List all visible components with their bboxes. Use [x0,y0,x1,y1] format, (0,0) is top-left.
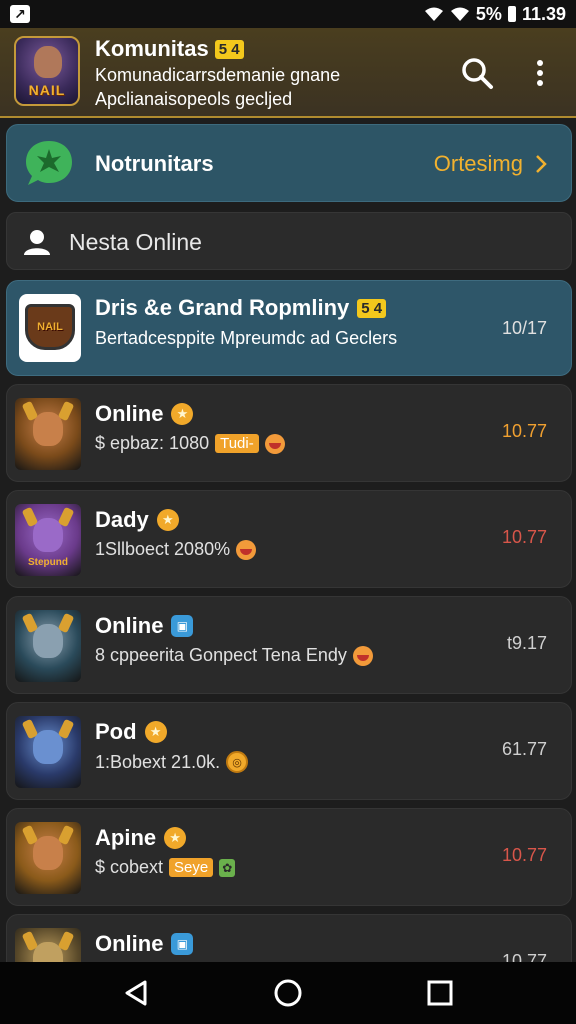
more-options-icon[interactable] [528,56,552,90]
chat-bubble-icon [26,141,72,185]
recents-square-icon [427,980,453,1006]
green-tag-icon: ✿ [219,858,236,877]
star-badge-icon: ★ [164,827,187,849]
item-title: Online [95,401,164,426]
clock: 11.39 [521,3,566,24]
thumb-character-face [33,836,63,870]
star-badge-icon: ★ [171,403,194,425]
system-nav-bar [0,962,576,1024]
item-subtitle: 1Sllboect 2080% [95,539,231,559]
logo-text: NAIL [28,82,66,98]
item-thumbnail [15,822,81,894]
coin-icon: ◎ [226,751,249,773]
online-section-header: Nesta Online [6,212,572,270]
status-bar: ↗ 5% 11.39 [0,0,576,28]
community-banner[interactable]: Notrunitars Ortesimg [6,124,572,202]
level-badge: 5 4 [214,39,244,59]
item-count: 10.77 [501,527,547,547]
emoji-icon [236,539,257,560]
wifi-icon [424,7,443,21]
logo-character [34,46,62,78]
item-count: 61.77 [501,739,547,759]
star-badge-icon: ★ [144,721,167,743]
app-header: NAIL Komunitas 5 4 Komunadicarrsdemanie … [0,28,576,118]
featured-count: 10/17 [501,318,547,338]
section-title: Nesta Online [69,229,202,255]
home-circle-icon [274,979,302,1007]
featured-thumbnail: NAIL [19,294,81,362]
featured-subtitle: Bertadcesppite Mpreumdc ad Geclers [95,328,398,348]
notification-app-icon: ↗ [10,5,30,23]
emoji-icon [352,645,373,666]
item-title: Pod [95,719,137,744]
featured-title: Dris &e Grand Ropmliny [95,295,350,320]
banner-title: Notrunitars [95,151,214,176]
signal-icon [450,7,469,21]
chevron-right-icon [536,155,547,173]
item-subtitle: $ cobext [95,857,164,877]
page-title: Komunitas [95,36,209,61]
thumb-text: Stepund [28,557,68,568]
star-badge-icon: ★ [156,509,179,531]
recents-button[interactable] [420,973,460,1013]
emoji-icon [264,433,285,454]
list-item[interactable]: Pod ★ 1:Bobext 21.0k. ◎ 61.77 [6,702,572,800]
header-subtitle-2: Apclianaisopeols gecljed [95,89,293,109]
battery-icon [507,6,516,22]
item-title: Online [95,613,164,638]
banner-action-link[interactable]: Ortesimg [434,151,547,177]
list-item[interactable]: Online ▣ 8 cppeerita Gonpect Tena Endy t9.1… [6,596,572,694]
back-button[interactable] [116,973,156,1013]
square-badge-icon: ▣ [171,933,194,955]
item-count: t9.17 [506,633,547,653]
item-count: 10.77 [501,845,547,865]
home-button[interactable] [268,973,308,1013]
featured-thumb-text: NAIL [37,321,63,333]
item-title: Apine [95,825,157,850]
thumb-character-face [33,412,63,446]
item-subtitle: $ epbaz: 1080 [95,433,210,453]
featured-group-card[interactable]: NAIL Dris &e Grand Ropmliny 5 4 Bertadce… [6,280,572,376]
square-badge-icon: ▣ [171,615,194,637]
thumb-character-face [33,518,63,552]
item-subtitle: 1:Bobext 21.0k. [95,751,221,772]
header-subtitle-1: Komunadicarrsdemanie gnane [95,65,341,85]
item-title: Online [95,931,164,956]
banner-action-label: Ortesimg [433,151,523,176]
list-item[interactable]: Apine ★ $ cobext Seye ✿ 10.77 [6,808,572,906]
item-subtitle: 8 cppeerita Gonpect Tena Endy [95,645,347,665]
featured-level-badge: 5 4 [357,298,387,318]
battery-percent: 5% [475,3,502,24]
back-triangle-icon [125,980,147,1006]
item-tag: Seye [169,858,214,877]
item-thumbnail [15,398,81,470]
thumb-character-face [33,624,63,658]
item-thumbnail: Stepund [15,504,81,576]
list-item[interactable]: Online ★ $ epbaz: 1080 Tudi- 10.77 [6,384,572,482]
item-tag: Tudi- [215,434,259,453]
search-icon[interactable] [460,56,494,90]
thumb-character-face [33,730,63,764]
item-title: Dady [95,507,149,532]
item-thumbnail [15,716,81,788]
list-item[interactable]: Stepund Dady ★ 1Sllboect 2080% 10.77 [6,490,572,588]
user-icon [24,230,50,255]
community-logo[interactable]: NAIL [14,36,80,106]
item-thumbnail [15,610,81,682]
item-count: 10.77 [501,421,547,441]
